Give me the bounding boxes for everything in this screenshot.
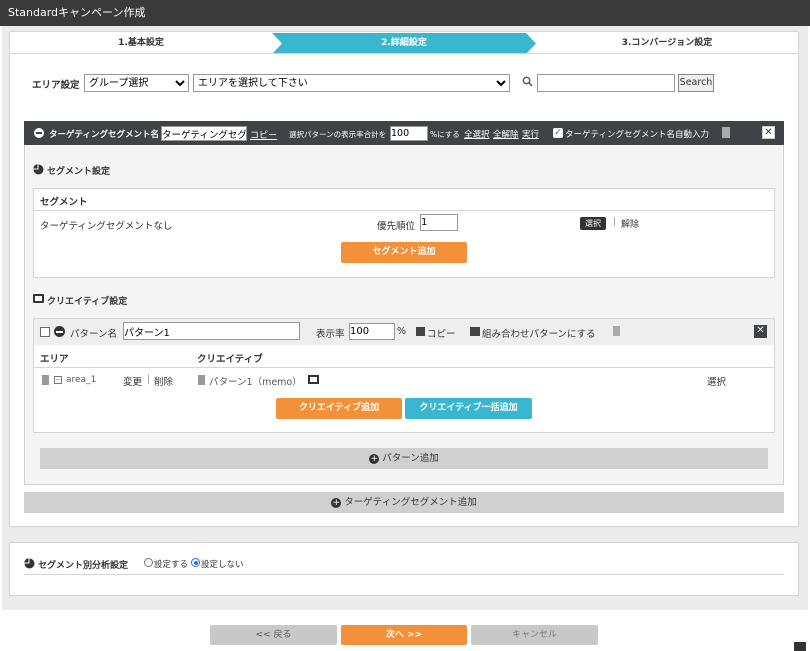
col-creative-header: クリエイティブ: [197, 354, 263, 365]
plus-circle-icon: +: [369, 453, 380, 464]
ratio-suffix: %にする: [430, 130, 460, 139]
auto-name-checkbox[interactable]: ✓: [553, 128, 563, 138]
add-pattern-label: パターン追加: [382, 453, 439, 464]
pattern-memo-icon[interactable]: [613, 326, 620, 336]
priority-label: 優先順位: [377, 221, 416, 232]
plus-circle-icon: +: [331, 497, 342, 508]
pattern-copy-link[interactable]: コピー: [427, 326, 456, 340]
add-targeting-segment-label: ターゲティングセグメント追加: [344, 497, 477, 508]
auto-name-label: ターゲティングセグメント名自動入力: [565, 130, 709, 140]
segment-name-label: ターゲティングセグメント名: [49, 130, 159, 140]
analysis-radio-set[interactable]: [144, 558, 153, 567]
ratio-label: 選択パターンの表示率合計を: [289, 130, 387, 139]
area-delete-link[interactable]: 削除: [154, 374, 173, 388]
scroll-top-icon[interactable]: [794, 642, 806, 651]
analysis-radio-unset[interactable]: [191, 558, 200, 567]
segment-settings-title: セグメント設定: [47, 167, 111, 177]
pie-chart-icon: [33, 164, 44, 178]
area-change-link[interactable]: 変更: [123, 374, 142, 388]
add-pattern-button[interactable]: + パターン追加: [40, 448, 768, 469]
analysis-pie-icon: [24, 558, 35, 572]
pattern-close-icon[interactable]: ✕: [754, 325, 767, 338]
creative-image-icon: [308, 375, 319, 384]
area-select[interactable]: エリアを選択して下さい: [193, 74, 510, 92]
segment-copy-link[interactable]: コピー: [250, 128, 277, 141]
window-title: Standardキャンペーン作成: [0, 0, 810, 26]
pattern-name-label: パターン名: [70, 329, 118, 340]
step-conversion: 3.コンバージョン設定: [621, 38, 713, 48]
segment-name-input[interactable]: [161, 126, 247, 141]
creative-name: パターン1（memo）: [209, 377, 302, 388]
area-collapse-icon[interactable]: −: [54, 376, 62, 384]
area-separator: |: [147, 374, 151, 385]
search-input[interactable]: [537, 74, 675, 92]
segment-close-icon[interactable]: ✕: [762, 126, 775, 139]
segment-select-button[interactable]: 選択: [580, 217, 606, 230]
segment-table-header: セグメント: [40, 197, 88, 208]
deselect-all-link[interactable]: 全解除: [493, 128, 519, 140]
priority-input[interactable]: [420, 214, 458, 231]
step-detail: 2.詳細設定: [381, 38, 427, 48]
creative-settings-title: クリエイティブ設定: [47, 297, 128, 307]
combine-icon: [470, 327, 480, 336]
creative-divider: [34, 367, 774, 368]
add-segment-button[interactable]: セグメント追加: [341, 242, 467, 263]
segment-release-link[interactable]: 解除: [621, 217, 639, 230]
pattern-name-input[interactable]: [123, 322, 300, 340]
creative-memo-icon: [198, 375, 205, 385]
analysis-label: セグメント別分析設定: [38, 561, 129, 571]
search-button[interactable]: Search: [678, 74, 714, 92]
group-select[interactable]: グループ選択: [84, 74, 189, 92]
segment-row-label: ターゲティングセグメントなし: [40, 221, 173, 232]
segment-panel: [33, 188, 775, 278]
percent-sign: %: [397, 326, 407, 337]
segment-separator: |: [613, 217, 617, 227]
step-basic: 1.基本設定: [118, 38, 164, 48]
add-targeting-segment-button[interactable]: + ターゲティングセグメント追加: [24, 492, 784, 513]
display-rate-input[interactable]: [349, 323, 395, 340]
image-icon: [33, 294, 44, 303]
bulk-add-creative-button[interactable]: クリエイティブ一括追加: [405, 398, 532, 419]
combine-pattern-link[interactable]: 組み合わせパターンにする: [482, 326, 596, 340]
area-setting-label: エリア設定: [32, 80, 80, 91]
pattern-checkbox[interactable]: [40, 327, 50, 337]
col-area-header: エリア: [40, 354, 69, 365]
area-name: area_1: [66, 375, 97, 385]
area-memo-icon: [42, 375, 49, 385]
search-icon: [522, 76, 533, 90]
memo-icon[interactable]: [722, 127, 730, 138]
display-rate-label: 表示率: [316, 329, 345, 340]
select-all-link[interactable]: 全選択: [464, 128, 490, 140]
pattern-collapse-icon[interactable]: [54, 326, 65, 337]
copy-icon: [416, 327, 425, 336]
back-button[interactable]: << 戻る: [210, 625, 337, 645]
cancel-button[interactable]: キャンセル: [471, 625, 598, 645]
collapse-icon[interactable]: [34, 128, 44, 138]
creative-select-link[interactable]: 選択: [707, 374, 726, 388]
next-button[interactable]: 次へ >>: [341, 625, 467, 645]
analysis-divider: [24, 574, 784, 575]
analysis-unset-label: 設定しない: [201, 560, 244, 570]
ratio-input[interactable]: [390, 126, 428, 141]
segment-divider: [34, 210, 774, 211]
step-progress: 1.基本設定 2.詳細設定 3.コンバージョン設定: [10, 33, 798, 54]
add-creative-button[interactable]: クリエイティブ追加: [276, 398, 402, 419]
execute-link[interactable]: 実行: [522, 128, 539, 140]
analysis-set-label: 設定する: [154, 560, 189, 570]
